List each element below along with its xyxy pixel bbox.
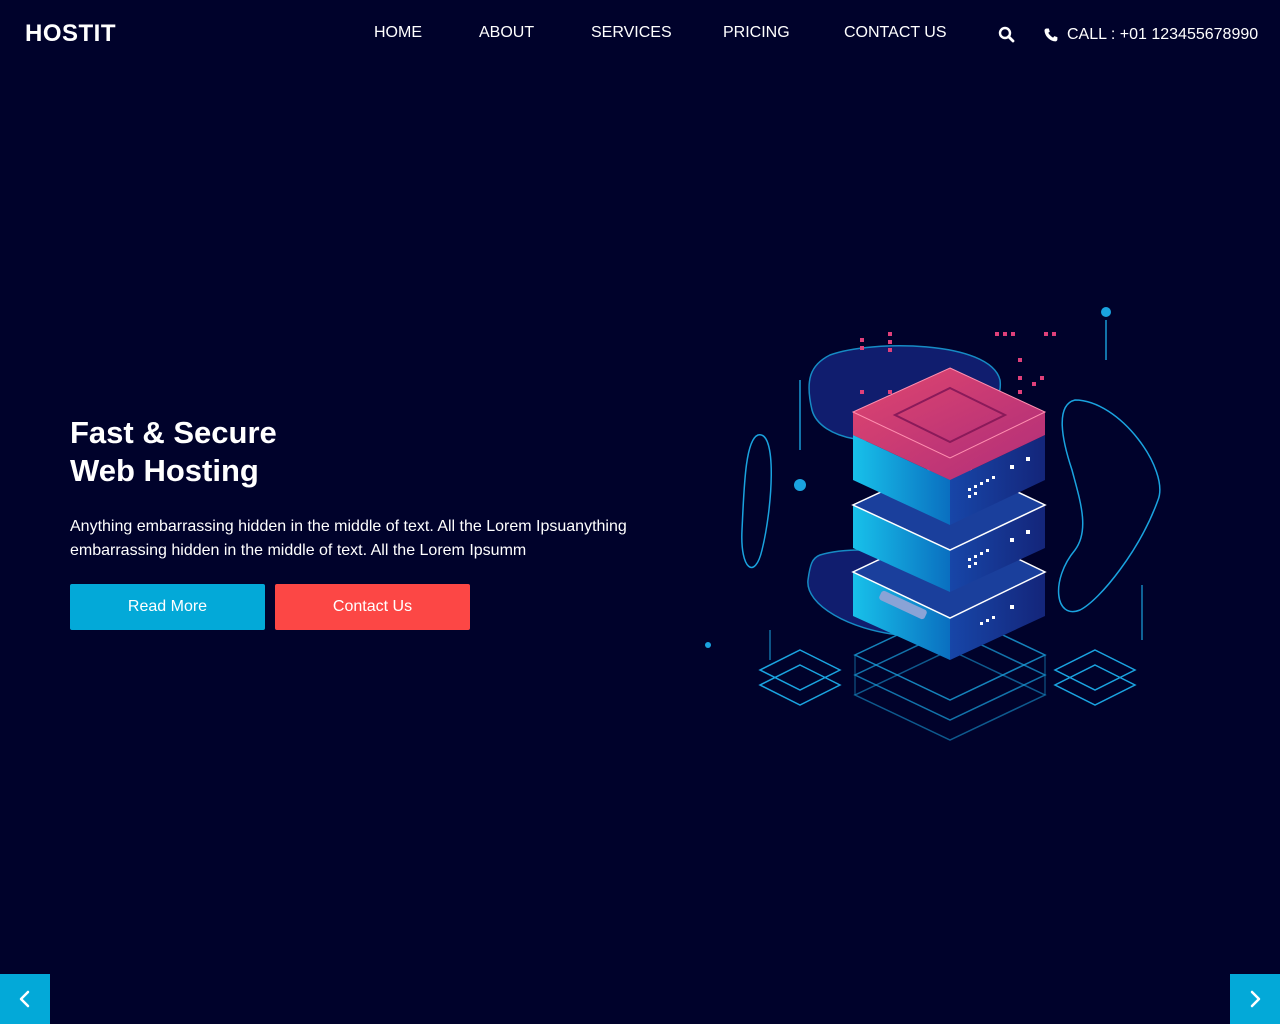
nav-item-about[interactable]: ABOUT: [479, 24, 534, 42]
hero-title-line-2: Web Hosting: [70, 453, 259, 488]
nav-item-services[interactable]: SERVICES: [591, 24, 672, 42]
hero-title-line-1: Fast & Secure: [70, 415, 277, 450]
slider-next-button[interactable]: [1230, 974, 1280, 1024]
call-info[interactable]: CALL : +01 123455678990: [1043, 24, 1258, 46]
contact-us-button[interactable]: Contact Us: [275, 584, 470, 630]
hero-title: Fast & Secure Web Hosting: [70, 414, 277, 490]
search-icon: [998, 26, 1015, 43]
brand-logo[interactable]: HOSTIT: [25, 20, 116, 48]
server-illustration: [705, 307, 1161, 741]
nav-item-pricing[interactable]: PRICING: [723, 24, 790, 42]
search-button[interactable]: [997, 25, 1017, 45]
call-text: CALL : +01 123455678990: [1067, 26, 1259, 43]
slider-prev-button[interactable]: [0, 974, 50, 1024]
page: HOSTIT HOME ABOUT SERVICES PRICING CONTA…: [0, 0, 1280, 1024]
nav-item-home[interactable]: HOME: [374, 24, 422, 42]
phone-icon: [1044, 28, 1058, 42]
nav-item-contact-us[interactable]: CONTACT US: [844, 24, 947, 42]
chevron-left-icon: [19, 990, 30, 1008]
chevron-right-icon: [1250, 990, 1261, 1008]
read-more-button[interactable]: Read More: [70, 584, 265, 630]
site-header: HOSTIT HOME ABOUT SERVICES PRICING CONTA…: [0, 0, 1280, 70]
hero-description: Anything embarrassing hidden in the midd…: [70, 518, 627, 559]
